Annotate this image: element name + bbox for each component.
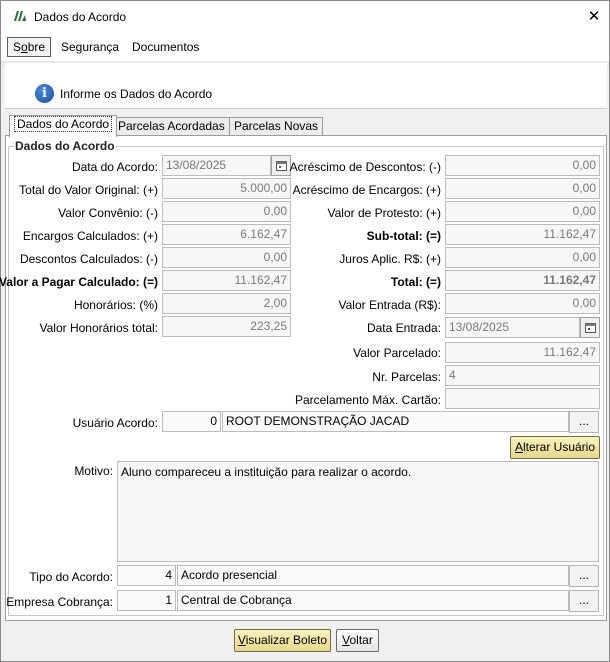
label-empresa-cobranca: Empresa Cobrança: xyxy=(6,595,113,609)
menu-sobre-label-b: o xyxy=(21,40,28,54)
voltar-button[interactable]: Voltar xyxy=(336,629,379,652)
valor-convenio-field[interactable]: 0,00 xyxy=(162,201,291,222)
usuario-acordo-lookup-button[interactable]: ... xyxy=(569,411,599,433)
window-title: Dados do Acordo xyxy=(34,10,127,24)
menu-sobre[interactable]: Sobre xyxy=(7,37,52,57)
empresa-cobranca-name-field[interactable]: Central de Cobrança xyxy=(177,590,569,611)
calendar-icon xyxy=(276,161,287,171)
btn-label-b: V xyxy=(342,633,350,647)
total-valor-original-field[interactable]: 5.000,00 xyxy=(162,178,291,199)
menu-bar: Sobre Segurança Documentos xyxy=(1,33,609,61)
valor-parcelado-field[interactable]: 11.162,47 xyxy=(445,342,600,363)
label-juros-aplic: Juros Aplic. R$: (+) xyxy=(339,252,441,266)
valor-entrada-field[interactable]: 0,00 xyxy=(445,293,600,314)
acrescimo-encargos-field[interactable]: 0,00 xyxy=(445,178,600,199)
tab-dados-do-acordo[interactable]: Dados do Acordo xyxy=(9,115,118,137)
btn-label-c: isualizar Boleto xyxy=(245,633,328,647)
header-text: Informe os Dados do Acordo xyxy=(60,87,213,101)
valor-a-pagar-field[interactable]: 11.162,47 xyxy=(162,270,291,291)
label-tipo-acordo: Tipo do Acordo: xyxy=(29,570,113,584)
menu-sobre-label-a: S xyxy=(13,40,22,54)
usuario-acordo-code-field[interactable]: 0 xyxy=(162,411,221,432)
valor-protesto-field[interactable]: 0,00 xyxy=(445,201,600,222)
tipo-acordo-name-field[interactable]: Acordo presencial xyxy=(177,565,569,586)
label-valor-convenio: Valor Convênio: (-) xyxy=(58,206,158,220)
motivo-textarea[interactable]: Aluno compareceu a instituição para real… xyxy=(117,461,599,562)
label-total-valor-original: Total do Valor Original: (+) xyxy=(19,183,158,197)
label-valor-entrada: Valor Entrada (R$): xyxy=(338,298,442,312)
data-acordo-field[interactable]: 13/08/2025 xyxy=(162,155,271,176)
btn-label-c: lterar Usuário xyxy=(522,440,596,454)
label-data-acordo: Data do Acordo: xyxy=(71,160,158,174)
tab-label: Dados do Acordo xyxy=(14,116,113,132)
data-entrada-field[interactable]: 13/08/2025 xyxy=(445,317,580,338)
sub-total-field[interactable]: 11.162,47 xyxy=(445,224,600,245)
tab-parcelas-acordadas[interactable]: Parcelas Acordadas xyxy=(113,117,230,136)
close-icon: ✕ xyxy=(587,8,601,25)
tipo-acordo-code-field[interactable]: 4 xyxy=(117,565,176,586)
label-valor-a-pagar: Valor a Pagar Calculado: (=) xyxy=(0,275,158,289)
usuario-acordo-name-field[interactable]: ROOT DEMONSTRAÇÃO JACAD xyxy=(222,411,569,432)
empresa-cobranca-code-field[interactable]: 1 xyxy=(117,590,176,611)
menu-sobre-label-c: bre xyxy=(27,40,46,54)
label-encargos-calculados: Encargos Calculados: (+) xyxy=(22,229,158,243)
alterar-usuario-button[interactable]: Alterar Usuário xyxy=(510,436,600,459)
app-logo-icon xyxy=(14,11,26,21)
label-motivo: Motivo: xyxy=(74,464,113,478)
tipo-acordo-lookup-button[interactable]: ... xyxy=(569,565,599,587)
close-button[interactable]: ✕ xyxy=(579,1,609,33)
info-icon: i xyxy=(35,84,54,103)
group-title: Dados do Acordo xyxy=(14,139,116,153)
valor-honorarios-total-field[interactable]: 223,25 xyxy=(162,316,291,337)
label-valor-protesto: Valor de Protesto: (+) xyxy=(327,206,442,220)
juros-aplic-field[interactable]: 0,00 xyxy=(445,247,600,268)
calendar-icon xyxy=(585,323,596,333)
label-descontos-calculados: Descontos Calculados: (-) xyxy=(19,252,158,266)
visualizar-boleto-button[interactable]: Visualizar Boleto xyxy=(234,629,331,652)
header-panel: i Informe os Dados do Acordo xyxy=(5,63,607,109)
encargos-calculados-field[interactable]: 6.162,47 xyxy=(162,224,291,245)
label-valor-honorarios-total: Valor Honorários total: xyxy=(39,321,159,335)
data-acordo-calendar-button[interactable] xyxy=(271,155,291,176)
menu-documentos[interactable]: Documentos xyxy=(127,37,204,57)
menu-seguranca[interactable]: Segurança xyxy=(56,37,124,57)
btn-label-c: oltar xyxy=(349,633,373,647)
honorarios-field[interactable]: 2,00 xyxy=(162,293,291,314)
total-field[interactable]: 11.162,47 xyxy=(445,270,600,291)
title-bar: Dados do Acordo ✕ xyxy=(1,1,609,33)
dialog-window: Dados do Acordo ✕ Sobre Segurança Docume… xyxy=(0,0,610,662)
data-entrada-calendar-button[interactable] xyxy=(580,317,600,338)
label-parcelamento-max-cartao: Parcelamento Máx. Cartão: xyxy=(294,393,441,407)
btn-label-b: A xyxy=(514,440,523,454)
label-total: Total: (=) xyxy=(390,275,441,289)
label-data-entrada: Data Entrada: xyxy=(366,321,441,335)
tab-parcelas-novas[interactable]: Parcelas Novas xyxy=(229,117,324,136)
label-acrescimo-descontos: Acréscimo de Descontos: (-) xyxy=(289,160,441,174)
descontos-calculados-field[interactable]: 0,00 xyxy=(162,247,291,268)
nr-parcelas-field[interactable]: 4 xyxy=(445,365,600,386)
label-acrescimo-encargos: Acréscimo de Encargos: (+) xyxy=(292,183,441,197)
acrescimo-descontos-field[interactable]: 0,00 xyxy=(445,155,600,176)
label-usuario-acordo: Usuário Acordo: xyxy=(72,416,158,430)
label-valor-parcelado: Valor Parcelado: xyxy=(353,346,441,360)
label-honorarios: Honorários: (%) xyxy=(73,298,158,312)
parcelamento-max-cartao-field[interactable] xyxy=(445,388,600,409)
btn-label-b: V xyxy=(237,633,246,647)
empresa-cobranca-lookup-button[interactable]: ... xyxy=(569,590,599,612)
label-nr-parcelas: Nr. Parcelas: xyxy=(372,370,441,384)
label-sub-total: Sub-total: (=) xyxy=(366,229,441,243)
